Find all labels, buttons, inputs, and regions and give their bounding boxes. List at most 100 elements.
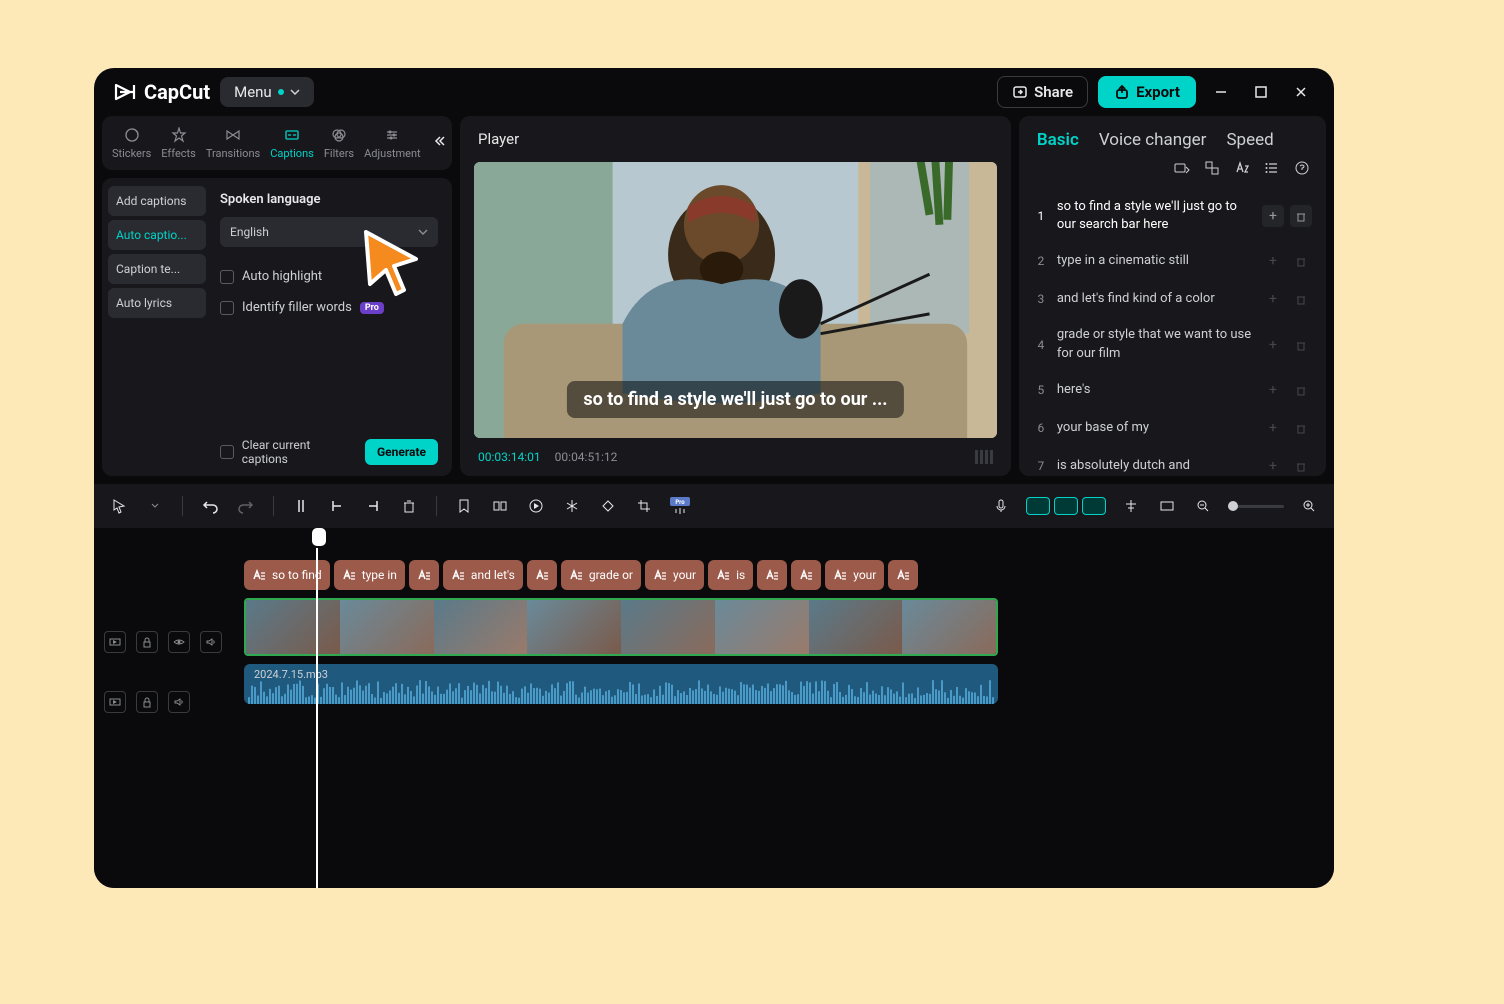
language-select[interactable]: English [220, 217, 438, 247]
tool-dropdown[interactable] [144, 495, 166, 517]
freeze-button[interactable] [525, 495, 547, 517]
tab-transitions[interactable]: Transitions [202, 122, 264, 164]
caption-row[interactable]: 7 is absolutely dutch and + [1029, 447, 1316, 476]
share-button[interactable]: Share [997, 76, 1088, 108]
delete-caption-button[interactable] [1290, 205, 1312, 227]
caption-clip[interactable]: and let's [443, 560, 523, 590]
add-caption-button[interactable]: + [1262, 334, 1284, 356]
delete-caption-button[interactable] [1290, 379, 1312, 401]
split-button[interactable] [290, 495, 312, 517]
auto-highlight-checkbox[interactable] [220, 270, 234, 284]
snap-2[interactable] [1054, 497, 1078, 515]
clear-captions-checkbox[interactable] [220, 445, 234, 459]
tab-captions[interactable]: Captions [266, 122, 318, 164]
compound-button[interactable] [489, 495, 511, 517]
caption-clip[interactable] [527, 560, 557, 590]
trim-right-button[interactable] [362, 495, 384, 517]
time-ruler[interactable] [234, 528, 1334, 554]
tab-voice-changer[interactable]: Voice changer [1099, 130, 1207, 150]
list-icon[interactable] [1262, 160, 1282, 180]
cc-translate-icon[interactable] [1172, 160, 1192, 180]
tab-speed[interactable]: Speed [1226, 130, 1273, 150]
caption-clip[interactable]: type in [334, 560, 405, 590]
zoom-out-button[interactable] [1192, 495, 1214, 517]
video-preview[interactable]: so to find a style we'll just go to our … [474, 162, 997, 438]
caption-clip[interactable] [888, 560, 918, 590]
mirror-button[interactable] [561, 495, 583, 517]
playhead[interactable] [316, 528, 318, 888]
redo-button[interactable] [235, 495, 257, 517]
tab-stickers[interactable]: Stickers [108, 122, 155, 164]
add-caption-button[interactable]: + [1262, 379, 1284, 401]
caption-row[interactable]: 3 and let's find kind of a color + [1029, 280, 1316, 318]
audio-track[interactable]: 2024.7.15.mp3 [244, 664, 998, 704]
generate-button[interactable]: Generate [365, 439, 438, 465]
snap-1[interactable] [1026, 497, 1050, 515]
collapse-tabs-button[interactable] [427, 130, 453, 156]
add-caption-button[interactable]: + [1262, 455, 1284, 476]
tab-filters[interactable]: Filters [320, 122, 358, 164]
caption-clip[interactable]: your [645, 560, 704, 590]
tab-basic[interactable]: Basic [1037, 130, 1079, 150]
selection-tool[interactable] [108, 495, 130, 517]
help-icon[interactable] [1292, 160, 1312, 180]
visibility-icon[interactable] [168, 631, 190, 653]
video-track[interactable] [244, 598, 998, 656]
smart-pro-button[interactable]: Pro [669, 495, 691, 517]
delete-caption-button[interactable] [1290, 288, 1312, 310]
delete-caption-button[interactable] [1290, 455, 1312, 476]
mode-add-captions[interactable]: Add captions [108, 186, 206, 216]
delete-caption-button[interactable] [1290, 250, 1312, 272]
mute-icon[interactable] [168, 691, 190, 713]
find-replace-icon[interactable] [1202, 160, 1222, 180]
rotate-button[interactable] [597, 495, 619, 517]
undo-button[interactable] [199, 495, 221, 517]
identify-filler-checkbox[interactable] [220, 301, 234, 315]
view-mode-icon[interactable] [975, 450, 993, 464]
caption-row[interactable]: 6 your base of my + [1029, 409, 1316, 447]
mode-auto-captions[interactable]: Auto captio... [108, 220, 206, 250]
lock-icon[interactable] [136, 691, 158, 713]
mode-auto-lyrics[interactable]: Auto lyrics [108, 288, 206, 318]
add-caption-button[interactable]: + [1262, 288, 1284, 310]
menu-button[interactable]: Menu [220, 77, 314, 107]
crop-button[interactable] [633, 495, 655, 517]
lock-icon[interactable] [136, 631, 158, 653]
caption-row[interactable]: 5 here's + [1029, 371, 1316, 409]
caption-clip[interactable] [757, 560, 787, 590]
caption-clip[interactable]: grade or [561, 560, 641, 590]
marker-button[interactable] [453, 495, 475, 517]
preview-toggle-button[interactable] [1156, 495, 1178, 517]
caption-row[interactable]: 4 grade or style that we want to use for… [1029, 318, 1316, 370]
zoom-slider[interactable] [1228, 505, 1284, 508]
mute-icon[interactable] [200, 631, 222, 653]
add-caption-button[interactable]: + [1262, 250, 1284, 272]
align-button[interactable] [1120, 495, 1142, 517]
export-button[interactable]: Export [1098, 76, 1196, 108]
tab-effects[interactable]: Effects [157, 122, 200, 164]
delete-caption-button[interactable] [1290, 417, 1312, 439]
track-toggle-icon[interactable] [104, 691, 126, 713]
caption-clip[interactable] [791, 560, 821, 590]
snap-3[interactable] [1082, 497, 1106, 515]
delete-caption-button[interactable] [1290, 334, 1312, 356]
record-audio-button[interactable] [990, 495, 1012, 517]
caption-clip[interactable] [409, 560, 439, 590]
tab-adjustment[interactable]: Adjustment [360, 122, 425, 164]
mode-caption-templates[interactable]: Caption te... [108, 254, 206, 284]
add-caption-button[interactable]: + [1262, 205, 1284, 227]
caption-row[interactable]: 1 so to find a style we'll just go to ou… [1029, 190, 1316, 242]
caption-clip[interactable]: is [708, 560, 753, 590]
add-caption-button[interactable]: + [1262, 417, 1284, 439]
delete-button[interactable] [398, 495, 420, 517]
caption-clip[interactable]: your [825, 560, 884, 590]
close-button[interactable] [1286, 77, 1316, 107]
minimize-button[interactable] [1206, 77, 1236, 107]
track-toggle-icon[interactable] [104, 631, 126, 653]
zoom-in-button[interactable] [1298, 495, 1320, 517]
text-format-icon[interactable] [1232, 160, 1252, 180]
trim-left-button[interactable] [326, 495, 348, 517]
caption-row[interactable]: 2 type in a cinematic still + [1029, 242, 1316, 280]
tracks-area[interactable]: so to findtype inand let'sgrade oryouris… [234, 528, 1334, 888]
maximize-button[interactable] [1246, 77, 1276, 107]
